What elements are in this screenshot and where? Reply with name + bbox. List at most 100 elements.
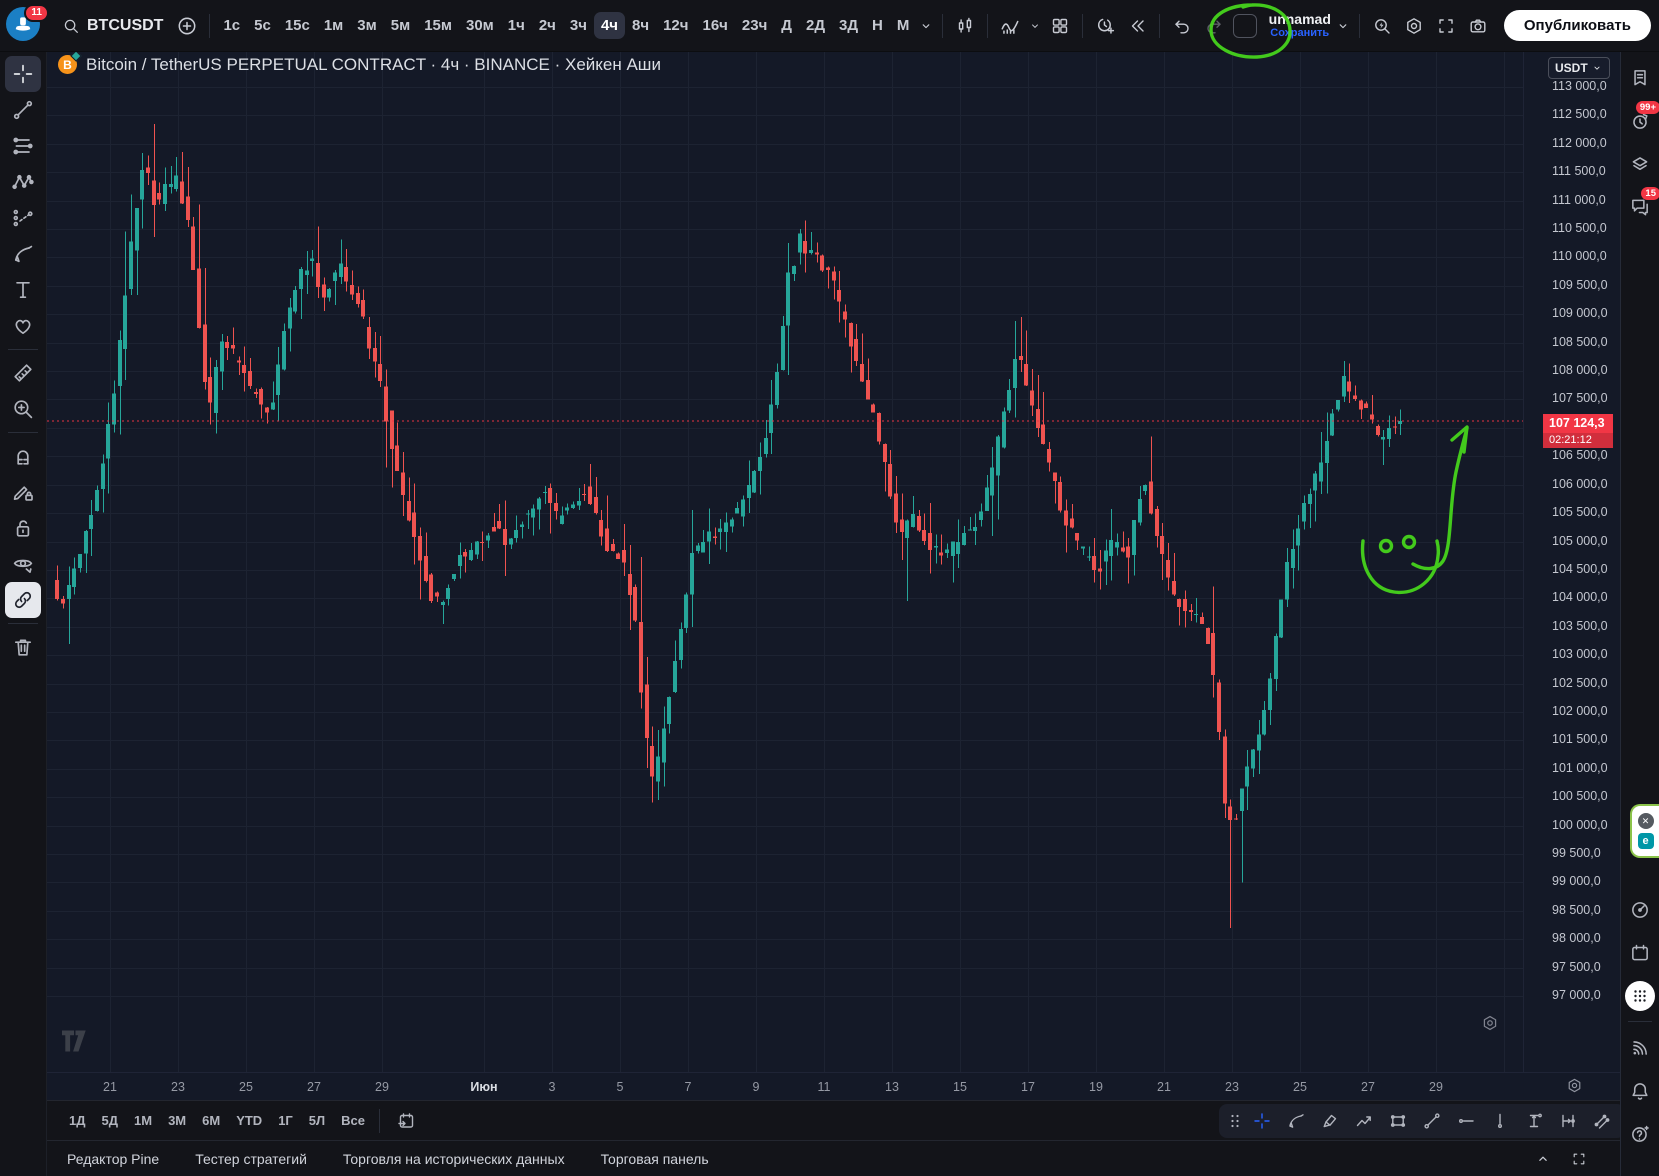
footer-tab[interactable]: Торговая панель (601, 1151, 709, 1167)
time-axis-label[interactable]: 29 (1414, 1080, 1458, 1094)
range-Все[interactable]: Все (333, 1108, 373, 1133)
screener-panel[interactable] (1622, 888, 1658, 931)
extension-close-icon[interactable]: ✕ (1638, 813, 1654, 829)
footer-tab[interactable]: Редактор Pine (67, 1151, 159, 1167)
fav-parallel-channel[interactable] (1585, 1105, 1619, 1137)
create-alert-button[interactable] (1089, 10, 1121, 42)
save-layout-link[interactable]: Сохранить (1270, 27, 1329, 40)
time-axis-label[interactable]: 21 (1142, 1080, 1186, 1094)
watchlist-panel[interactable] (1622, 56, 1658, 99)
tool-patterns[interactable] (5, 164, 41, 200)
price-axis[interactable]: USDT 113 000,0112 500,0112 000,0111 500,… (1523, 52, 1620, 1072)
tool-text[interactable] (5, 272, 41, 308)
time-axis-label[interactable]: 29 (360, 1080, 404, 1094)
layout-chevron-down-icon[interactable] (1333, 10, 1353, 42)
price-axis-label[interactable]: 98 500,0 (1552, 903, 1601, 917)
compare-add-symbol-button[interactable] (171, 10, 203, 42)
price-axis-label[interactable]: 99 500,0 (1552, 846, 1601, 860)
range-1М[interactable]: 1М (126, 1108, 160, 1133)
price-axis-label[interactable]: 106 000,0 (1552, 477, 1608, 491)
interval-3ч[interactable]: 3ч (563, 12, 594, 39)
price-chart[interactable] (47, 52, 1523, 1072)
interval-16ч[interactable]: 16ч (695, 12, 734, 39)
go-to-date-button[interactable] (390, 1105, 422, 1137)
price-axis-label[interactable]: 112 500,0 (1552, 107, 1607, 121)
price-axis-label[interactable]: 105 500,0 (1552, 505, 1608, 519)
time-axis-label[interactable]: 25 (224, 1080, 268, 1094)
publish-button[interactable]: Опубликовать (1504, 10, 1651, 41)
interval-chevron-down-icon[interactable] (916, 10, 936, 42)
chart-type-button[interactable] (949, 10, 981, 42)
interval-4ч[interactable]: 4ч (594, 12, 625, 39)
chart-legend[interactable]: B Bitcoin / TetherUS PERPETUAL CONTRACT … (58, 55, 661, 75)
notifications-panel[interactable] (1622, 1069, 1658, 1112)
pane-settings-gear-icon[interactable] (1481, 1014, 1499, 1032)
fav-marker[interactable] (1313, 1105, 1347, 1137)
indicators-button[interactable] (994, 10, 1026, 42)
price-axis-label[interactable]: 105 000,0 (1552, 534, 1608, 548)
price-axis-label[interactable]: 109 500,0 (1552, 278, 1608, 292)
price-axis-label[interactable]: 104 500,0 (1552, 562, 1608, 576)
price-axis-label[interactable]: 102 500,0 (1552, 676, 1608, 690)
fav-rectangle[interactable] (1381, 1105, 1415, 1137)
price-axis-label[interactable]: 108 000,0 (1552, 363, 1608, 377)
price-axis-label[interactable]: 109 000,0 (1552, 306, 1608, 320)
interval-2Д[interactable]: 2Д (799, 12, 832, 39)
time-axis-label[interactable]: 23 (156, 1080, 200, 1094)
interval-8ч[interactable]: 8ч (625, 12, 656, 39)
interval-3м[interactable]: 3м (350, 12, 383, 39)
price-axis-label[interactable]: 108 500,0 (1552, 335, 1608, 349)
range-1Г[interactable]: 1Г (270, 1108, 301, 1133)
time-axis-label[interactable]: 25 (1278, 1080, 1322, 1094)
redo-button[interactable] (1198, 10, 1230, 42)
fav-crosshair[interactable] (1245, 1105, 1279, 1137)
fav-trend-line[interactable] (1415, 1105, 1449, 1137)
layout-select-checkbox[interactable] (1233, 14, 1257, 38)
quick-search-button[interactable] (1366, 10, 1398, 42)
price-axis-label[interactable]: 102 000,0 (1552, 704, 1608, 718)
bar-replay-button[interactable] (1121, 10, 1153, 42)
price-axis-label[interactable]: 110 500,0 (1552, 221, 1607, 235)
favorites-drag-handle[interactable] (1225, 1105, 1245, 1137)
time-axis-label[interactable]: 7 (666, 1080, 710, 1094)
interval-15м[interactable]: 15м (417, 12, 459, 39)
streams-panel[interactable] (1622, 1026, 1658, 1069)
calendar-panel[interactable] (1622, 931, 1658, 974)
tool-crosshair[interactable] (5, 56, 41, 92)
price-axis-label[interactable]: 101 000,0 (1552, 761, 1608, 775)
price-axis-label[interactable]: 107 500,0 (1552, 391, 1608, 405)
interval-1ч[interactable]: 1ч (501, 12, 532, 39)
price-axis-label[interactable]: 104 000,0 (1552, 590, 1608, 604)
price-axis-label[interactable]: 110 000,0 (1552, 249, 1607, 263)
interval-5с[interactable]: 5с (247, 12, 278, 39)
price-axis-label[interactable]: 113 000,0 (1552, 79, 1607, 93)
tool-hide-drawings[interactable] (5, 546, 41, 582)
tool-fib-retracement[interactable] (5, 128, 41, 164)
currency-selector[interactable]: USDT (1548, 57, 1610, 79)
price-axis-label[interactable]: 101 500,0 (1552, 732, 1608, 746)
interval-1с[interactable]: 1с (216, 12, 247, 39)
time-axis-label[interactable]: 21 (88, 1080, 132, 1094)
range-YTD[interactable]: YTD (228, 1108, 270, 1133)
fav-horizontal-line[interactable] (1449, 1105, 1483, 1137)
interval-30м[interactable]: 30м (459, 12, 501, 39)
tool-remove-drawings[interactable] (5, 629, 41, 665)
range-5Д[interactable]: 5Д (94, 1108, 127, 1133)
range-5Л[interactable]: 5Л (301, 1108, 333, 1133)
interval-М[interactable]: М (890, 12, 917, 39)
fav-brush[interactable] (1279, 1105, 1313, 1137)
time-axis-label[interactable]: 17 (1006, 1080, 1050, 1094)
apps-menu[interactable] (1622, 974, 1658, 1017)
object-tree-panel[interactable] (1622, 142, 1658, 185)
tool-lock-all-drawings[interactable] (5, 510, 41, 546)
price-axis-label[interactable]: 97 500,0 (1552, 960, 1601, 974)
time-axis-label[interactable]: 15 (938, 1080, 982, 1094)
user-menu-button[interactable]: 11 (6, 7, 44, 45)
interval-Д[interactable]: Д (774, 12, 799, 39)
price-axis-label[interactable]: 111 000,0 (1552, 193, 1606, 207)
browser-extension-widget[interactable]: ✕ e (1630, 804, 1659, 858)
tool-sync-drawings[interactable] (5, 582, 41, 618)
symbol-search-button[interactable]: BTCUSDT (54, 8, 171, 44)
tool-forecast[interactable] (5, 200, 41, 236)
timezone-settings-gear-icon[interactable] (1566, 1077, 1583, 1094)
